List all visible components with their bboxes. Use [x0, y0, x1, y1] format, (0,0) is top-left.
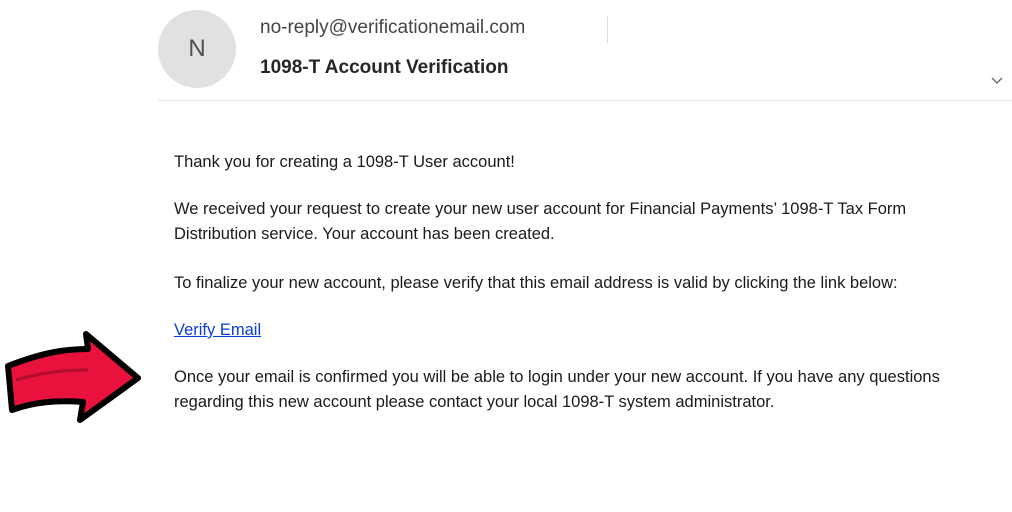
verify-email-link[interactable]: Verify Email: [174, 321, 261, 339]
greeting-text: Thank you for creating a 1098-T User acc…: [174, 153, 515, 171]
avatar-initial: N: [188, 35, 206, 62]
header-divider: [607, 16, 608, 43]
arrow-right-icon: [5, 331, 141, 423]
chevron-down-icon[interactable]: [990, 74, 1004, 88]
header-separator: [158, 100, 1012, 101]
email-body: Thank you for creating a 1098-T User acc…: [174, 150, 986, 415]
sender-avatar: N: [158, 10, 236, 88]
email-subject: 1098-T Account Verification: [260, 57, 509, 78]
confirmation-info-text: Once your email is confirmed you will be…: [174, 368, 940, 411]
sender-address[interactable]: no-reply@verificationemail.com: [260, 17, 525, 39]
account-created-text: We received your request to create your …: [174, 200, 907, 243]
email-reading-pane: N no-reply@verificationemail.com 1098-T …: [0, 0, 1012, 512]
finalize-instructions-text: To finalize your new account, please ver…: [174, 274, 898, 292]
